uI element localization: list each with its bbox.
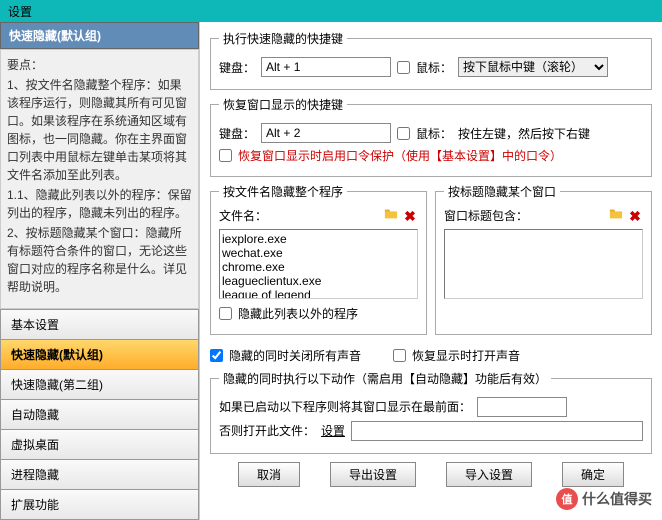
file-label: 文件名：	[219, 207, 267, 224]
exclude-checkbox[interactable]	[219, 307, 232, 320]
ok-button[interactable]: 确定	[562, 462, 624, 487]
export-button[interactable]: 导出设置	[330, 462, 416, 487]
nav-item[interactable]: 虚拟桌面	[0, 429, 199, 460]
window-title: 设置	[8, 5, 32, 19]
list-item[interactable]: iexplore.exe	[222, 232, 415, 246]
kb-label-restore: 键盘：	[219, 125, 255, 142]
folder-icon[interactable]	[608, 206, 624, 222]
nav-item[interactable]: 进程隐藏	[0, 459, 199, 490]
hotkey-hide-group: 执行快速隐藏的快捷键 键盘： 鼠标： 按下鼠标中键（滚轮）	[210, 30, 652, 90]
mouse-label-restore: 鼠标：	[416, 125, 452, 142]
nav-item[interactable]: 扩展功能	[0, 489, 199, 520]
restore-kb-input[interactable]	[261, 123, 391, 143]
mouse-label: 鼠标：	[416, 59, 452, 76]
info-line: 1、按文件名隐藏整个程序：如果该程序运行，则隐藏其所有可见窗口。如果该程序在系统…	[7, 76, 192, 184]
open-sound-checkbox[interactable]	[393, 349, 406, 362]
kb-label: 键盘：	[219, 59, 255, 76]
extra-group: 隐藏的同时执行以下动作（需启用【自动隐藏】功能后有效） 如果已启动以下程序则将其…	[210, 370, 652, 454]
hotkey-hide-legend: 执行快速隐藏的快捷键	[219, 30, 347, 47]
show-front-label: 如果已启动以下程序则将其窗口显示在最前面：	[219, 398, 471, 415]
info-line: 1.1、隐藏此列表以外的程序：保留列出的程序，隐藏未列出的程序。	[7, 186, 192, 222]
hide-mouse-select[interactable]: 按下鼠标中键（滚轮）	[458, 57, 608, 77]
settings-link[interactable]: 设置	[321, 422, 345, 439]
sidebar-header: 快速隐藏(默认组)	[0, 22, 199, 49]
pw-label: 恢复窗口显示时启用口令保护（使用【基本设置】中的口令）	[238, 147, 562, 164]
nav-item[interactable]: 快速隐藏(默认组)	[0, 339, 199, 370]
hotkey-restore-group: 恢复窗口显示的快捷键 键盘： 鼠标： 按住左键，然后按下右键 恢复窗口显示时启用…	[210, 96, 652, 177]
list-item[interactable]: chrome.exe	[222, 260, 415, 274]
info-line: 2、按标题隐藏某个窗口：隐藏所有标题符合条件的窗口，无论这些窗口对应的程序名称是…	[7, 224, 192, 296]
window-titlebar: 设置	[0, 0, 662, 22]
open-file-label: 否则打开此文件：	[219, 422, 315, 439]
nav-item[interactable]: 自动隐藏	[0, 399, 199, 430]
list-item[interactable]: league of legend	[222, 288, 415, 299]
sidebar: 快速隐藏(默认组) 要点： 1、按文件名隐藏整个程序：如果该程序运行，则隐藏其所有…	[0, 22, 200, 520]
by-title-legend: 按标题隐藏某个窗口	[444, 183, 560, 200]
show-front-input[interactable]	[477, 397, 567, 417]
restore-pw-checkbox[interactable]	[219, 149, 232, 162]
list-item[interactable]: wechat.exe	[222, 246, 415, 260]
by-title-group: 按标题隐藏某个窗口 窗口标题包含： ✖	[435, 183, 652, 335]
hide-mouse-checkbox[interactable]	[397, 61, 410, 74]
close-sound-checkbox[interactable]	[210, 349, 223, 362]
delete-icon[interactable]: ✖	[627, 209, 643, 225]
exclude-label: 隐藏此列表以外的程序	[238, 305, 358, 322]
by-file-legend: 按文件名隐藏整个程序	[219, 183, 347, 200]
import-button[interactable]: 导入设置	[446, 462, 532, 487]
main-panel: 执行快速隐藏的快捷键 键盘： 鼠标： 按下鼠标中键（滚轮） 恢复窗口显示的快捷键…	[200, 22, 662, 520]
mouse-text: 按住左键，然后按下右键	[458, 125, 590, 142]
by-file-group: 按文件名隐藏整个程序 文件名： ✖ iexplore.exewechat.exe…	[210, 183, 427, 335]
nav-item[interactable]: 基本设置	[0, 309, 199, 340]
list-item[interactable]: leagueclientux.exe	[222, 274, 415, 288]
button-row: 取消 导出设置 导入设置 确定	[210, 462, 652, 487]
file-listbox[interactable]: iexplore.exewechat.exechrome.exeleaguecl…	[219, 229, 418, 299]
open-sound-label: 恢复显示时打开声音	[412, 347, 520, 364]
title-textarea[interactable]	[444, 229, 643, 299]
hotkey-restore-legend: 恢复窗口显示的快捷键	[219, 96, 347, 113]
delete-icon[interactable]: ✖	[402, 209, 418, 225]
close-sound-label: 隐藏的同时关闭所有声音	[229, 347, 361, 364]
cancel-button[interactable]: 取消	[238, 462, 300, 487]
folder-icon[interactable]	[383, 206, 399, 222]
title-label: 窗口标题包含：	[444, 207, 528, 224]
open-file-input[interactable]	[351, 421, 643, 441]
sidebar-nav: 基本设置快速隐藏(默认组)快速隐藏(第二组)自动隐藏虚拟桌面进程隐藏扩展功能	[0, 310, 199, 520]
restore-mouse-checkbox[interactable]	[397, 127, 410, 140]
nav-item[interactable]: 快速隐藏(第二组)	[0, 369, 199, 400]
sidebar-info: 要点： 1、按文件名隐藏整个程序：如果该程序运行，则隐藏其所有可见窗口。如果该程序…	[0, 49, 199, 309]
hide-kb-input[interactable]	[261, 57, 391, 77]
extra-legend: 隐藏的同时执行以下动作（需启用【自动隐藏】功能后有效）	[219, 370, 551, 387]
info-line: 要点：	[7, 56, 192, 74]
